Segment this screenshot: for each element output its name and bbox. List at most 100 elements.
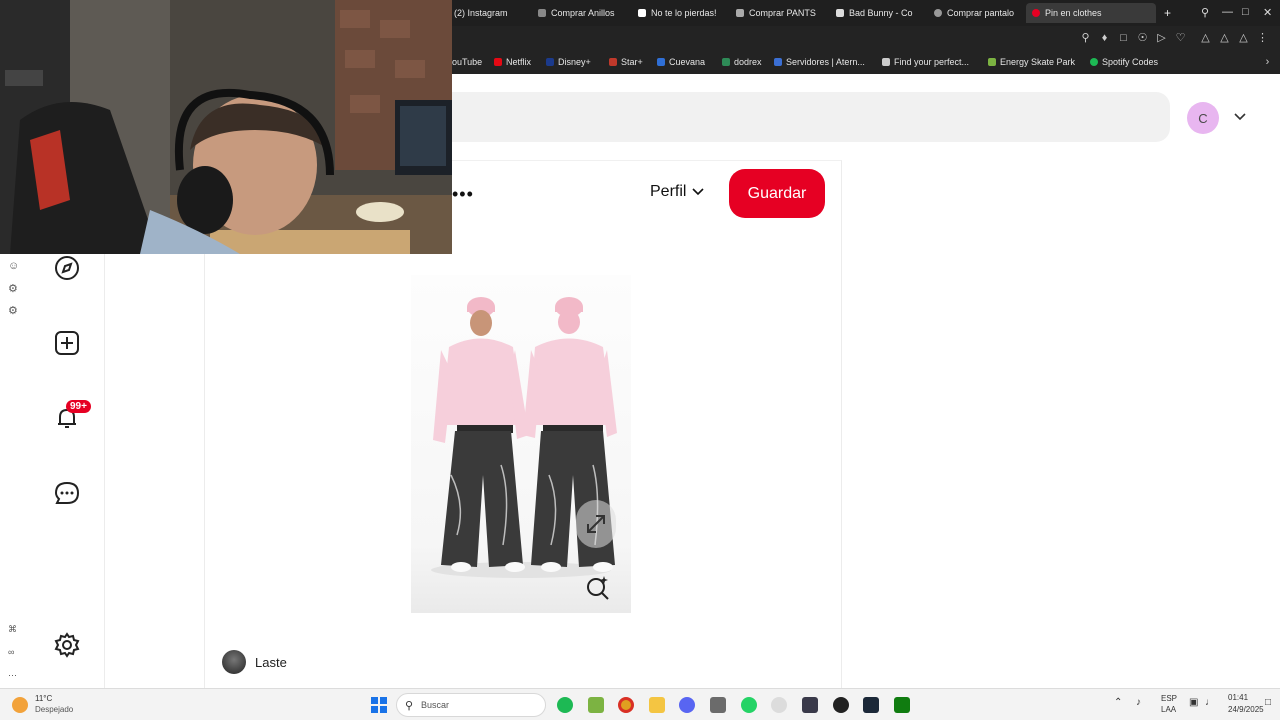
bookmark-star[interactable]: Star+ [609, 57, 643, 67]
zoom-icon[interactable]: ⚲ [1080, 33, 1091, 44]
tab-comprar-pantalon[interactable]: Comprar pantalo [928, 3, 1020, 23]
weather-icon[interactable] [12, 697, 28, 713]
taskbar-search[interactable]: ⚲ Buscar [396, 693, 546, 717]
webcam-feed-image [0, 0, 452, 254]
menu-icon[interactable]: ⋮ [1257, 33, 1268, 44]
bookmark-servidores[interactable]: Servidores | Atern... [774, 57, 865, 67]
tab-favicon [736, 9, 744, 17]
tab-comprar-anillos[interactable]: Comprar Anillos [532, 3, 624, 23]
windows-taskbar: 11°C Despejado ⚲ Buscar ⌃ ♪ ESP LAA ▣ ♩ … [0, 688, 1280, 720]
extension-icon[interactable]: ♦ [1099, 33, 1110, 44]
tab-instagram[interactable]: (2) Instagram [448, 3, 528, 23]
microphone-icon[interactable]: ♪ [1136, 697, 1141, 708]
chrome-icon[interactable] [618, 697, 634, 713]
explore-compass-icon[interactable] [53, 254, 81, 282]
bookmark-netflix[interactable]: Netflix [494, 57, 531, 67]
calculator-icon[interactable] [710, 697, 726, 713]
tab-bad-bunny[interactable]: Bad Bunny - Co [830, 3, 922, 23]
extension-icon[interactable]: △ [1219, 33, 1230, 44]
extension-icon[interactable]: △ [1238, 33, 1249, 44]
pinterest-favicon [1032, 9, 1040, 17]
dodrex-icon [722, 58, 730, 66]
shield-icon[interactable]: ☉ [1137, 33, 1148, 44]
rail-icon[interactable]: ∞ [8, 647, 14, 657]
app-icon[interactable] [588, 697, 604, 713]
save-button[interactable]: Guardar [729, 169, 825, 218]
steam-icon[interactable] [863, 697, 879, 713]
language-layout: LAA [1161, 705, 1177, 714]
tab-favicon [836, 9, 844, 17]
rail-icon[interactable]: ⚙ [8, 304, 18, 317]
tab-comprar-pants[interactable]: Comprar PANTS [730, 3, 822, 23]
netflix-icon [494, 58, 502, 66]
tab-favicon [934, 9, 942, 17]
tab-pin-en-clothes[interactable]: Pin en clothes [1026, 3, 1156, 23]
side-panel [105, 254, 205, 688]
heart-icon[interactable]: ♡ [1175, 33, 1186, 44]
clock-time[interactable]: 01:41 [1228, 693, 1248, 702]
bookmark-cuevana[interactable]: Cuevana [657, 57, 705, 67]
bookmark-icon [882, 58, 890, 66]
settings-gear-icon[interactable] [53, 631, 81, 659]
rail-icon[interactable]: ☺ [8, 260, 19, 272]
play-icon[interactable]: ▷ [1156, 33, 1167, 44]
expand-arrows-icon [587, 515, 605, 533]
rail-icon[interactable]: ⚙ [8, 282, 18, 295]
bookmark-disney[interactable]: Disney+ [546, 57, 591, 67]
phet-icon [988, 58, 996, 66]
pin-photo [431, 297, 617, 578]
search-tabs-icon[interactable]: ⚲ [1201, 6, 1209, 19]
extension-icon[interactable]: △ [1200, 33, 1211, 44]
spotify-icon [1090, 58, 1098, 66]
language-indicator[interactable]: ESP [1161, 694, 1177, 703]
tab-favicon [638, 9, 646, 17]
chevron-down-icon[interactable] [1233, 112, 1247, 122]
search-icon: ⚲ [405, 700, 414, 712]
minimize-icon[interactable]: — [1222, 6, 1233, 18]
messages-chat-icon[interactable] [53, 479, 81, 507]
windows-start-icon[interactable] [371, 697, 387, 713]
chevron-up-icon[interactable]: ⌃ [1114, 697, 1122, 708]
tab-no-te-lo-pierdas[interactable]: No te lo pierdas! [632, 3, 724, 23]
bookmark-youtube[interactable]: ouTube [452, 57, 482, 67]
search-bar[interactable] [452, 92, 1170, 142]
expand-button[interactable] [576, 500, 616, 548]
maximize-icon[interactable]: □ [1242, 6, 1249, 18]
board-select[interactable]: Perfil [650, 183, 705, 201]
star-icon [609, 58, 617, 66]
screenshot-icon[interactable]: □ [1118, 33, 1129, 44]
rail-icon[interactable]: ⋯ [8, 670, 17, 681]
bookmark-find-your-perfect[interactable]: Find your perfect... [882, 57, 969, 67]
browser-icon[interactable] [771, 697, 787, 713]
pin-image[interactable] [411, 275, 631, 613]
whatsapp-icon[interactable] [741, 697, 757, 713]
close-window-icon[interactable]: ✕ [1263, 6, 1272, 19]
user-avatar[interactable]: C [1187, 102, 1219, 134]
file-explorer-icon[interactable] [649, 697, 665, 713]
app-icon[interactable] [802, 697, 818, 713]
notifications-icon[interactable]: □ [1265, 697, 1271, 708]
bookmark-dodrex[interactable]: dodrex [722, 57, 762, 67]
rail-icon[interactable]: ⌘ [8, 624, 17, 635]
volume-icon[interactable]: ♩ [1205, 697, 1215, 708]
chevron-down-icon [692, 188, 705, 196]
aternos-icon [774, 58, 782, 66]
xbox-icon[interactable] [894, 697, 910, 713]
network-icon[interactable]: ▣ [1189, 697, 1198, 708]
bookmark-energy-skate-park[interactable]: Energy Skate Park [988, 57, 1075, 67]
author-avatar [222, 650, 246, 674]
new-tab-button[interactable]: + [1158, 3, 1176, 23]
disney-icon [546, 58, 554, 66]
obs-icon[interactable] [833, 697, 849, 713]
more-options-button[interactable]: ••• [452, 184, 474, 205]
left-window-rail: ☺ ⚙ ⚙ ⌘ ∞ ⋯ [0, 254, 29, 688]
create-plus-icon[interactable] [53, 329, 81, 357]
pin-author[interactable]: Laste [222, 650, 287, 674]
bookmark-spotify-codes[interactable]: Spotify Codes [1090, 57, 1158, 67]
chevron-right-icon[interactable]: › [1262, 57, 1273, 68]
tab-favicon [538, 9, 546, 17]
visual-search-icon[interactable] [584, 573, 612, 601]
discord-icon[interactable] [679, 697, 695, 713]
spotify-icon[interactable] [557, 697, 573, 713]
cuevana-icon [657, 58, 665, 66]
